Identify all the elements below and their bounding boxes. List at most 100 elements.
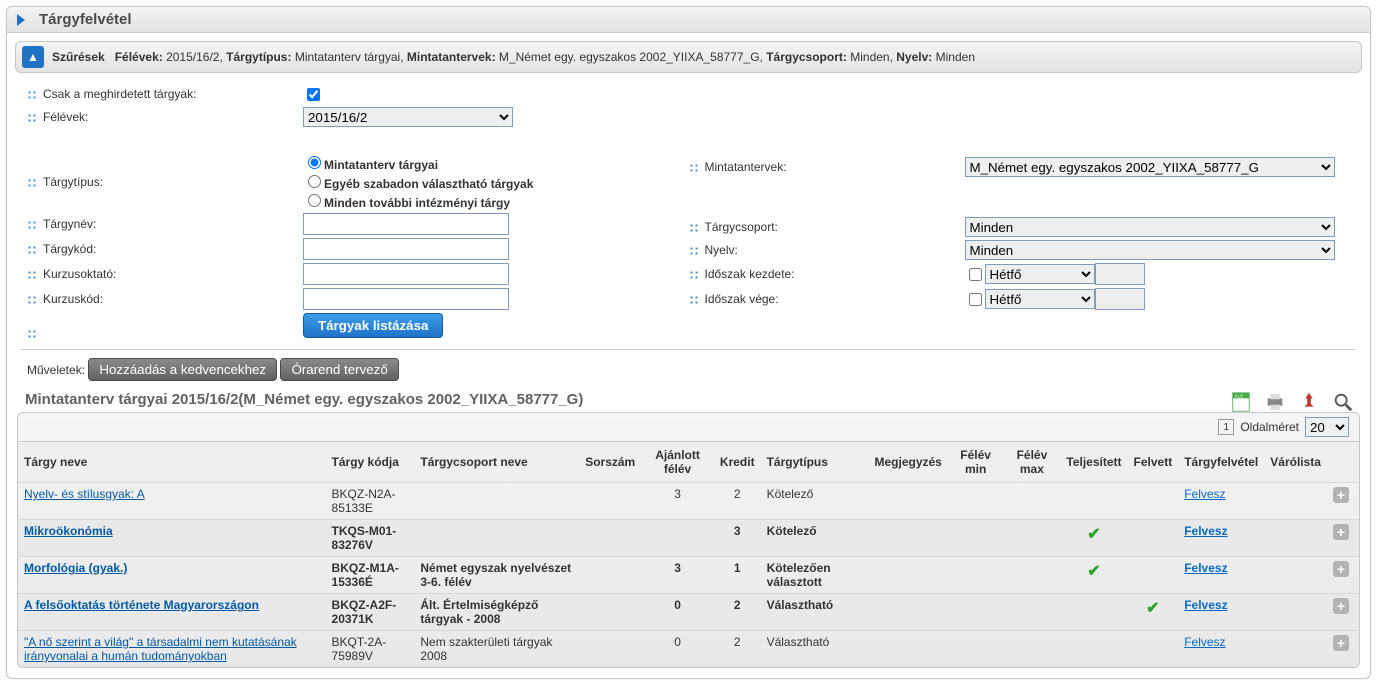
col-reg[interactable]: Tárgyfelvétel: [1178, 442, 1264, 483]
col-max[interactable]: Félév max: [1003, 442, 1060, 483]
row-menu-button[interactable]: +: [1333, 598, 1349, 614]
cell-done: ✔: [1060, 520, 1127, 557]
cell-type: Választható: [761, 631, 869, 668]
cell-max: [1003, 631, 1060, 668]
list-subjects-button[interactable]: Tárgyak listázása: [303, 313, 443, 338]
lang-select[interactable]: Minden: [965, 240, 1335, 260]
radio-all-other[interactable]: Minden további intézményi tárgy: [303, 196, 510, 210]
page-title: Tárgyfelvétel: [39, 11, 132, 28]
results-table: Tárgy neve Tárgy kódja Tárgycsoport neve…: [18, 441, 1359, 667]
cell-type: Kötelezően választott: [761, 557, 869, 594]
register-link[interactable]: Felvesz: [1184, 487, 1225, 501]
print-icon[interactable]: [1264, 391, 1286, 413]
svg-text:XLS: XLS: [1235, 393, 1244, 398]
export-xls-icon[interactable]: XLS: [1230, 391, 1252, 413]
row-menu-button[interactable]: +: [1333, 635, 1349, 651]
period-end-checkbox[interactable]: [969, 293, 982, 306]
check-icon: ✔: [1146, 600, 1159, 617]
cell-taken: [1128, 483, 1179, 520]
list-tools: XLS: [1230, 391, 1354, 413]
cell-done: [1060, 631, 1127, 668]
cell-type: Kötelező: [761, 483, 869, 520]
cell-code: BKQZ-N2A-85133E: [326, 483, 415, 520]
register-link[interactable]: Felvesz: [1184, 561, 1227, 575]
cell-rec: 0: [641, 631, 714, 668]
cell-group: Német egyszak nyelvészet 3-6. félév: [414, 557, 579, 594]
curricula-select[interactable]: M_Német egy. egyszakos 2002_YIIXA_58777_…: [965, 157, 1335, 177]
col-wait[interactable]: Várólista: [1264, 442, 1327, 483]
subject-link[interactable]: A felsőoktatás története Magyarországon: [24, 598, 259, 612]
collapse-toggle[interactable]: ▲: [22, 46, 44, 68]
subject-code-input[interactable]: [303, 238, 509, 260]
cell-credit: 3: [714, 520, 761, 557]
subject-link[interactable]: Nyelv- és stílusgyak: A: [24, 487, 145, 501]
period-start-checkbox[interactable]: [969, 268, 982, 281]
label-subject-name: Tárgynév:: [27, 217, 303, 231]
col-type[interactable]: Tárgytípus: [761, 442, 869, 483]
group-select[interactable]: Minden: [965, 217, 1335, 237]
period-start-day-select[interactable]: Hétfő: [985, 264, 1095, 284]
cell-min: [948, 520, 1004, 557]
col-code[interactable]: Tárgy kódja: [326, 442, 415, 483]
cell-max: [1003, 520, 1060, 557]
subject-link[interactable]: Mikroökonómia: [24, 524, 113, 538]
cell-credit: 2: [714, 631, 761, 668]
only-announced-checkbox[interactable]: [307, 88, 320, 101]
period-end-day-select[interactable]: Hétfő: [985, 289, 1095, 309]
page-number[interactable]: 1: [1218, 419, 1234, 435]
period-start-time: [1095, 263, 1145, 285]
teacher-input[interactable]: [303, 263, 509, 285]
semesters-select[interactable]: 2015/16/2: [303, 107, 513, 127]
filters-label: Szűrések: [52, 50, 105, 64]
search-icon[interactable]: [1332, 391, 1354, 413]
col-name[interactable]: Tárgy neve: [18, 442, 326, 483]
add-favorites-button[interactable]: Hozzáadás a kedvencekhez: [88, 358, 277, 381]
cell-note: [869, 520, 948, 557]
cell-wait: [1264, 557, 1327, 594]
subject-name-input[interactable]: [303, 213, 509, 235]
subject-link[interactable]: Morfológia (gyak.): [24, 561, 127, 575]
register-link[interactable]: Felvesz: [1184, 524, 1227, 538]
cell-taken: [1128, 631, 1179, 668]
radio-other-elective[interactable]: Egyéb szabadon választható tárgyak: [303, 177, 533, 191]
cell-order: [579, 520, 641, 557]
cell-code: BKQZ-M1A-15336É: [326, 557, 415, 594]
cell-group: Nem szakterületi tárgyak 2008: [414, 631, 579, 668]
pagesize-label: Oldalméret: [1240, 420, 1299, 434]
cell-max: [1003, 483, 1060, 520]
cell-rec: [641, 520, 714, 557]
register-link[interactable]: Felvesz: [1184, 598, 1227, 612]
cell-wait: [1264, 483, 1327, 520]
timetable-planner-button[interactable]: Órarend tervező: [280, 358, 398, 381]
pagesize-select[interactable]: 20: [1305, 417, 1349, 437]
table-row: Nyelv- és stílusgyak: ABKQZ-N2A-85133E32…: [18, 483, 1359, 520]
cell-max: [1003, 557, 1060, 594]
cell-code: TKQS-M01-83276V: [326, 520, 415, 557]
subject-link[interactable]: "A nő szerint a világ" a társadalmi nem …: [24, 635, 297, 663]
col-credit[interactable]: Kredit: [714, 442, 761, 483]
course-code-input[interactable]: [303, 288, 509, 310]
row-menu-button[interactable]: +: [1333, 487, 1349, 503]
cell-done: ✔: [1060, 557, 1127, 594]
row-menu-button[interactable]: +: [1333, 524, 1349, 540]
col-rec[interactable]: Ajánlott félév: [641, 442, 714, 483]
cell-note: [869, 557, 948, 594]
col-done[interactable]: Teljesített: [1060, 442, 1127, 483]
label-subject-type: Tárgytípus:: [27, 175, 303, 189]
col-taken[interactable]: Felvett: [1128, 442, 1179, 483]
label-only-announced: Csak a meghirdetett tárgyak:: [27, 87, 303, 101]
cell-min: [948, 483, 1004, 520]
col-order[interactable]: Sorszám: [579, 442, 641, 483]
label-group: Tárgycsoport:: [689, 220, 965, 234]
col-note[interactable]: Megjegyzés: [869, 442, 948, 483]
pin-icon[interactable]: [1298, 391, 1320, 413]
col-min[interactable]: Félév min: [948, 442, 1004, 483]
radio-curriculum-subjects[interactable]: Mintatanterv tárgyai: [303, 158, 438, 172]
cell-rec: 3: [641, 483, 714, 520]
row-menu-button[interactable]: +: [1333, 561, 1349, 577]
label-lang: Nyelv:: [689, 243, 965, 257]
register-link[interactable]: Felvesz: [1184, 635, 1225, 649]
col-group[interactable]: Tárgycsoport neve: [414, 442, 579, 483]
label-teacher: Kurzusoktató:: [27, 267, 303, 281]
chevron-right-icon: [17, 14, 25, 26]
